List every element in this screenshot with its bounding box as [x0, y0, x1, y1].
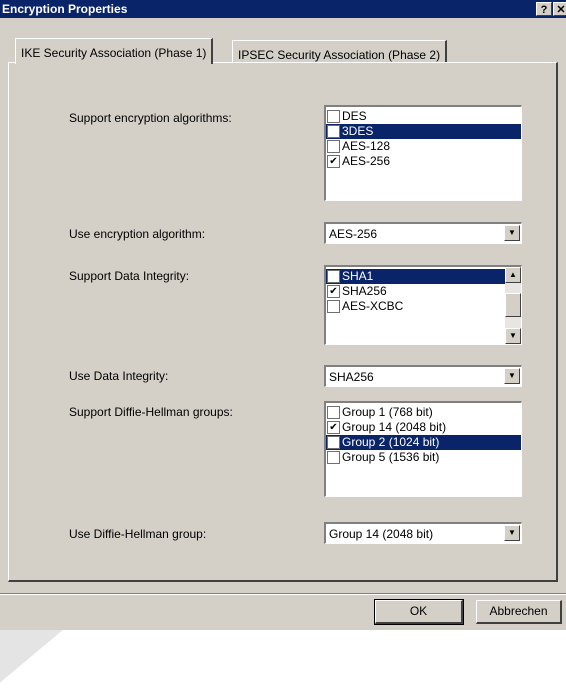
list-item[interactable]: 3DES: [326, 124, 521, 139]
window-title: Encryption Properties: [2, 2, 128, 16]
chevron-down-icon[interactable]: ▼: [504, 525, 520, 541]
data-integrity-list[interactable]: SHA1 ✔ SHA256 AES-XCBC ▲ ▼: [324, 265, 522, 345]
list-item[interactable]: Group 2 (1024 bit): [326, 435, 521, 450]
list-item[interactable]: ✔ Group 14 (2048 bit): [326, 420, 521, 435]
list-item-label: AES-256: [342, 154, 391, 168]
support-integrity-label: Support Data Integrity:: [69, 269, 190, 283]
list-item-label: 3DES: [342, 124, 374, 138]
list-item[interactable]: AES-128: [326, 139, 521, 154]
scrollbar[interactable]: ▲ ▼: [505, 267, 521, 344]
checkbox[interactable]: [327, 125, 340, 138]
list-item-label: DES: [342, 109, 367, 123]
checkbox[interactable]: [327, 270, 340, 283]
scroll-thumb[interactable]: [505, 293, 521, 317]
checkbox[interactable]: ✔: [327, 155, 340, 168]
select-value: Group 14 (2048 bit): [329, 527, 434, 541]
select-value: AES-256: [329, 227, 378, 241]
ok-button[interactable]: OK: [374, 599, 464, 625]
list-item[interactable]: Group 5 (1536 bit): [326, 450, 521, 465]
checkbox[interactable]: ✔: [327, 421, 340, 434]
support-encryption-label: Support encryption algorithms:: [69, 111, 232, 125]
tab-panel-ike: Support encryption algorithms: DES 3DES …: [8, 62, 558, 582]
list-item[interactable]: SHA1: [326, 269, 505, 284]
list-item[interactable]: DES: [326, 109, 521, 124]
use-dh-label: Use Diffie-Hellman group:: [69, 527, 207, 541]
encryption-properties-dialog: Encryption Properties ? ✕ IKE Security A…: [0, 0, 566, 630]
list-item[interactable]: ✔ AES-256: [326, 154, 521, 169]
checkbox[interactable]: ✔: [327, 285, 340, 298]
checkbox[interactable]: [327, 436, 340, 449]
cancel-button[interactable]: Abbrechen: [476, 600, 562, 624]
title-bar: Encryption Properties ? ✕: [0, 0, 566, 18]
tab-ike-phase1[interactable]: IKE Security Association (Phase 1): [15, 38, 214, 64]
list-item[interactable]: AES-XCBC: [326, 299, 521, 314]
close-button[interactable]: ✕: [553, 2, 566, 16]
help-button[interactable]: ?: [536, 2, 552, 16]
tab-ipsec-phase2[interactable]: IPSEC Security Association (Phase 2): [232, 40, 448, 64]
dh-groups-list[interactable]: Group 1 (768 bit) ✔ Group 14 (2048 bit) G…: [324, 401, 522, 497]
list-item-label: SHA1: [342, 269, 374, 283]
data-integrity-select[interactable]: SHA256 ▼: [324, 365, 522, 387]
encryption-algorithms-list[interactable]: DES 3DES AES-128 ✔ AES-256: [324, 105, 522, 201]
list-item-label: AES-XCBC: [342, 299, 404, 313]
select-value: SHA256: [329, 370, 374, 384]
chevron-down-icon[interactable]: ▼: [504, 225, 520, 241]
list-item-label: Group 5 (1536 bit): [342, 450, 440, 464]
encryption-algorithm-select[interactable]: AES-256 ▼: [324, 222, 522, 244]
dh-group-select[interactable]: Group 14 (2048 bit) ▼: [324, 522, 522, 544]
list-item-label: Group 14 (2048 bit): [342, 420, 447, 434]
checkbox[interactable]: [327, 300, 340, 313]
use-integrity-label: Use Data Integrity:: [69, 369, 169, 383]
chevron-down-icon[interactable]: ▼: [504, 368, 520, 384]
scroll-up-icon[interactable]: ▲: [505, 267, 521, 283]
checkbox[interactable]: [327, 451, 340, 464]
footer-divider: [0, 593, 566, 595]
use-encryption-label: Use encryption algorithm:: [69, 227, 206, 241]
list-item-label: SHA256: [342, 284, 387, 298]
list-item-label: AES-128: [342, 139, 391, 153]
checkbox[interactable]: [327, 110, 340, 123]
list-item[interactable]: Group 1 (768 bit): [326, 405, 521, 420]
checkbox[interactable]: [327, 140, 340, 153]
scroll-down-icon[interactable]: ▼: [505, 328, 521, 344]
list-item-label: Group 2 (1024 bit): [342, 435, 440, 449]
support-dh-label: Support Diffie-Hellman groups:: [69, 405, 233, 419]
checkbox[interactable]: [327, 406, 340, 419]
list-item[interactable]: ✔ SHA256: [326, 284, 521, 299]
list-item-label: Group 1 (768 bit): [342, 405, 433, 419]
